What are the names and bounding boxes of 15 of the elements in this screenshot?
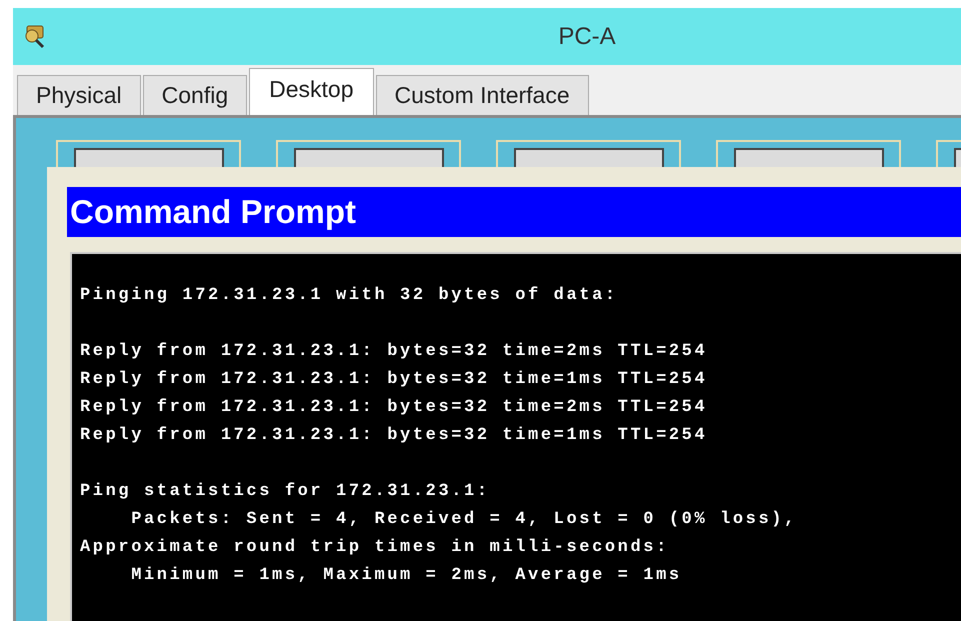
tab[interactable]: Desktop <box>249 68 374 115</box>
command-prompt-title: Command Prompt <box>70 192 356 232</box>
terminal-line: Minimum = 1ms, Maximum = 2ms, Average = 1ms <box>130 565 682 587</box>
terminal-line: Approximate round trip times in milli-seconds: <box>80 537 669 559</box>
tab[interactable]: Physical <box>17 75 141 115</box>
terminal-line: Ping statistics for 172.31.23.1: <box>80 481 490 503</box>
terminal-line: Reply from 172.31.23.1: bytes=32 time=1ms TTL=254 <box>80 369 708 391</box>
terminal-line: Reply from 172.31.23.1: bytes=32 time=1ms TTL=254 <box>80 425 708 447</box>
terminal-line: Pinging 172.31.23.1 with 32 bytes of data: <box>80 285 618 307</box>
tab[interactable]: Custom Interface <box>376 75 589 115</box>
terminal-line: Packets: Sent = 4, Received = 4, Lost = 0 (0% loss), <box>130 509 797 531</box>
terminal-line: Reply from 172.31.23.1: bytes=32 time=2ms TTL=254 <box>80 397 708 419</box>
window-title: PC-A <box>557 22 616 52</box>
tab[interactable]: Config <box>142 75 248 115</box>
terminal-line: Reply from 172.31.23.1: bytes=32 time=2ms TTL=254 <box>80 341 708 363</box>
